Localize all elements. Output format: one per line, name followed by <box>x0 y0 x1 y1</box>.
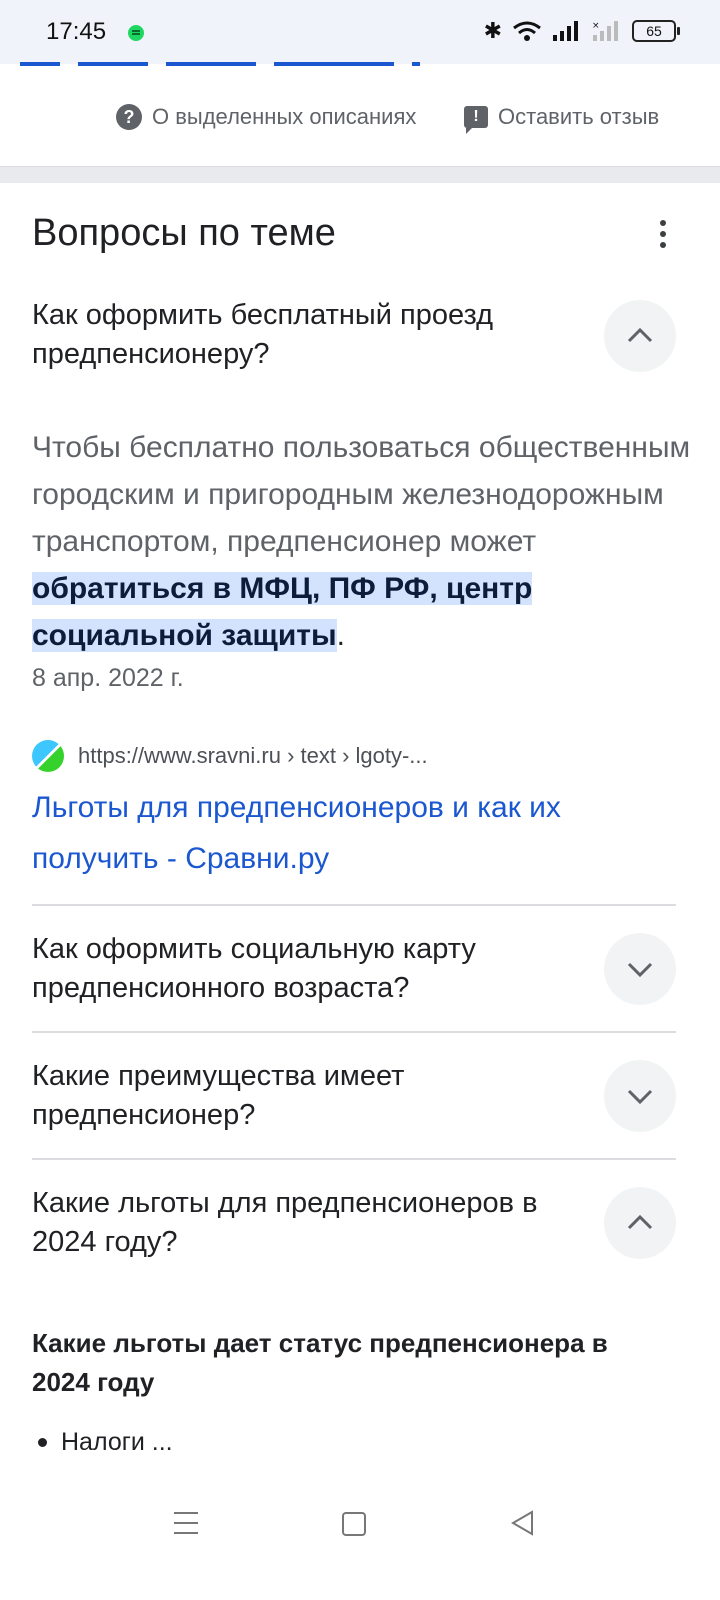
source-title-link[interactable]: Льготы для предпенсионеров и как их полу… <box>32 782 672 884</box>
bullet-text: Налоги ... <box>61 1428 173 1456</box>
answer-date: 8 апр. 2022 г. <box>32 664 184 692</box>
bullet-dot <box>38 1438 47 1447</box>
more-options-icon[interactable] <box>656 220 670 256</box>
chevron-up-icon <box>627 1214 653 1230</box>
status-time: 17:45 <box>46 18 107 45</box>
wifi-icon <box>513 21 541 41</box>
system-navigation-bar <box>0 1490 720 1600</box>
divider <box>32 904 676 906</box>
section-divider <box>0 166 720 183</box>
divider <box>32 1031 676 1033</box>
answer-highlight: обратиться в МФЦ, ПФ РФ, центр социально… <box>32 572 533 652</box>
feedback-link[interactable]: ! Оставить отзыв <box>464 104 660 134</box>
battery-icon: 65 <box>632 20 680 42</box>
section-title: Вопросы по теме <box>32 212 336 254</box>
question-expanded-1[interactable]: Как оформить бесплатный проезд предпенси… <box>32 296 592 374</box>
bluetooth-icon: ✱ <box>483 18 502 43</box>
about-snippets-label: О выделенных описаниях <box>152 104 417 129</box>
feedback-icon: ! <box>464 106 488 134</box>
feedback-label: Оставить отзыв <box>498 104 660 129</box>
help-icon: ? <box>116 104 142 130</box>
signal-strength-icon <box>553 21 578 41</box>
home-icon[interactable] <box>342 1512 366 1536</box>
divider <box>32 1158 676 1160</box>
signal-sim2-icon: × <box>592 21 618 41</box>
spotify-notification-icon <box>128 25 144 41</box>
source-site[interactable]: https://www.sravni.ru › text › lgoty-... <box>32 740 428 772</box>
back-icon[interactable] <box>510 1510 536 1536</box>
collapse-button-4[interactable] <box>604 1187 676 1259</box>
chevron-up-icon <box>627 327 653 343</box>
answer-text: Чтобы бесплатно пользоваться общественны… <box>32 424 692 659</box>
answer-end: . <box>336 619 345 652</box>
previous-result-link-fragment <box>20 52 520 66</box>
status-icons: ✱ × 65 <box>483 18 680 44</box>
expand-button-2[interactable] <box>604 933 676 1005</box>
question-3[interactable]: Какие преимущества имеет предпенсионер? <box>32 1057 592 1135</box>
featured-snippet-footer: ? О выделенных описаниях ! Оставить отзы… <box>0 104 720 140</box>
recent-apps-icon[interactable] <box>174 1512 198 1542</box>
source-url: https://www.sravni.ru › text › lgoty-... <box>78 743 428 768</box>
chevron-down-icon <box>627 962 653 978</box>
answer-heading: Какие льготы дает статус предпенсионера … <box>32 1328 608 1397</box>
answer-bullet: Налоги ... <box>38 1428 173 1457</box>
question-2[interactable]: Как оформить социальную карту предпенсио… <box>32 930 592 1008</box>
chevron-down-icon <box>627 1089 653 1105</box>
svg-text:×: × <box>592 21 600 31</box>
answer-plain: Чтобы бесплатно пользоваться общественны… <box>32 431 691 558</box>
about-snippets-link[interactable]: ? О выделенных описаниях <box>116 104 416 130</box>
expand-button-3[interactable] <box>604 1060 676 1132</box>
question-4[interactable]: Какие льготы для предпенсионеров в 2024 … <box>32 1184 592 1262</box>
site-favicon-icon <box>32 740 64 772</box>
collapse-button-1[interactable] <box>604 300 676 372</box>
